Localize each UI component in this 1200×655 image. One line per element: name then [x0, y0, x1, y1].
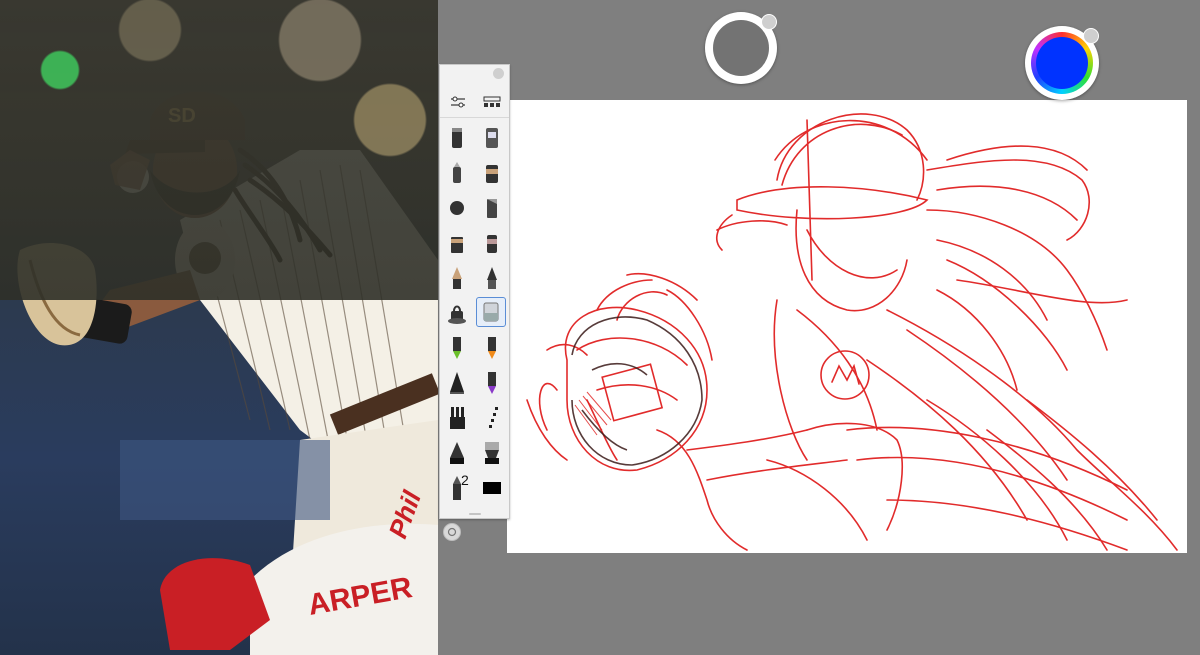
marker-icon[interactable] [442, 158, 472, 188]
palette-resize-grip[interactable] [469, 513, 481, 515]
color-puck[interactable] [1025, 26, 1099, 100]
brush-library-icon[interactable] [480, 91, 504, 113]
paintbrush-icon[interactable] [442, 228, 472, 258]
palette-tab-bar [440, 87, 509, 118]
drawing-canvas[interactable] [507, 100, 1187, 553]
brush-puck-handle[interactable] [761, 14, 777, 30]
brush-size-indicator [713, 20, 769, 76]
palette-close-button[interactable] [493, 68, 504, 79]
brush-slot-number: 2 [461, 472, 469, 488]
fan-brush-icon[interactable] [442, 403, 472, 433]
rotate-icon [447, 527, 457, 537]
purple-marker-icon[interactable] [477, 368, 507, 398]
green-marker-icon[interactable] [442, 333, 472, 363]
photo-banner [120, 440, 330, 520]
reference-photo: SD ARPER Phil [0, 0, 438, 655]
wide-brush-icon[interactable] [477, 438, 507, 468]
palette-toggle-button[interactable] [443, 523, 461, 541]
sliders-icon[interactable] [446, 91, 470, 113]
pencil-icon[interactable] [442, 123, 472, 153]
eraser-icon[interactable] [476, 297, 506, 327]
orange-marker-icon[interactable] [477, 333, 507, 363]
texture-brush-icon[interactable] [442, 438, 472, 468]
smudge-icon[interactable] [477, 228, 507, 258]
pencil-hard-icon[interactable] [477, 123, 507, 153]
brush-palette: 2 [439, 64, 510, 519]
cone-brush-icon[interactable] [442, 368, 472, 398]
brush-puck[interactable] [705, 12, 777, 84]
color-puck-handle[interactable] [1083, 28, 1099, 44]
black-swatch-icon[interactable] [477, 473, 507, 503]
airbrush-icon[interactable] [442, 193, 472, 223]
felt-pen-icon[interactable] [477, 158, 507, 188]
calligraphy-pen-icon[interactable] [442, 263, 472, 293]
sketch-layer[interactable] [507, 100, 1187, 553]
chisel-icon[interactable] [477, 193, 507, 223]
ink-pen-icon[interactable] [477, 263, 507, 293]
current-color-swatch [1036, 37, 1088, 89]
dotted-brush-icon[interactable] [477, 403, 507, 433]
photo-crowd [0, 0, 438, 300]
bucket-icon[interactable] [442, 298, 472, 328]
